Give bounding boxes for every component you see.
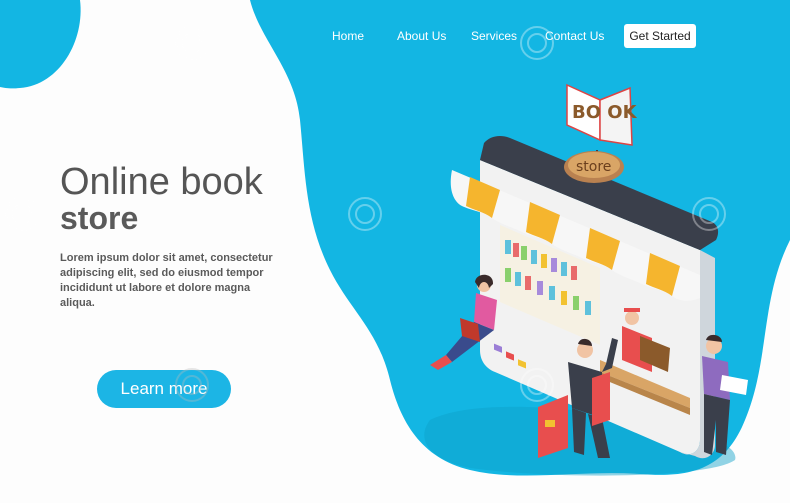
bookstore-illustration: BO OK store: [5, 26, 748, 459]
book-sign-icon: BO OK store: [564, 83, 638, 183]
landing-page: Home About Us Services Contact Us Get St…: [0, 0, 790, 503]
book-sign-text: BO OK: [572, 102, 638, 123]
store-plaque-text: store: [576, 159, 611, 175]
